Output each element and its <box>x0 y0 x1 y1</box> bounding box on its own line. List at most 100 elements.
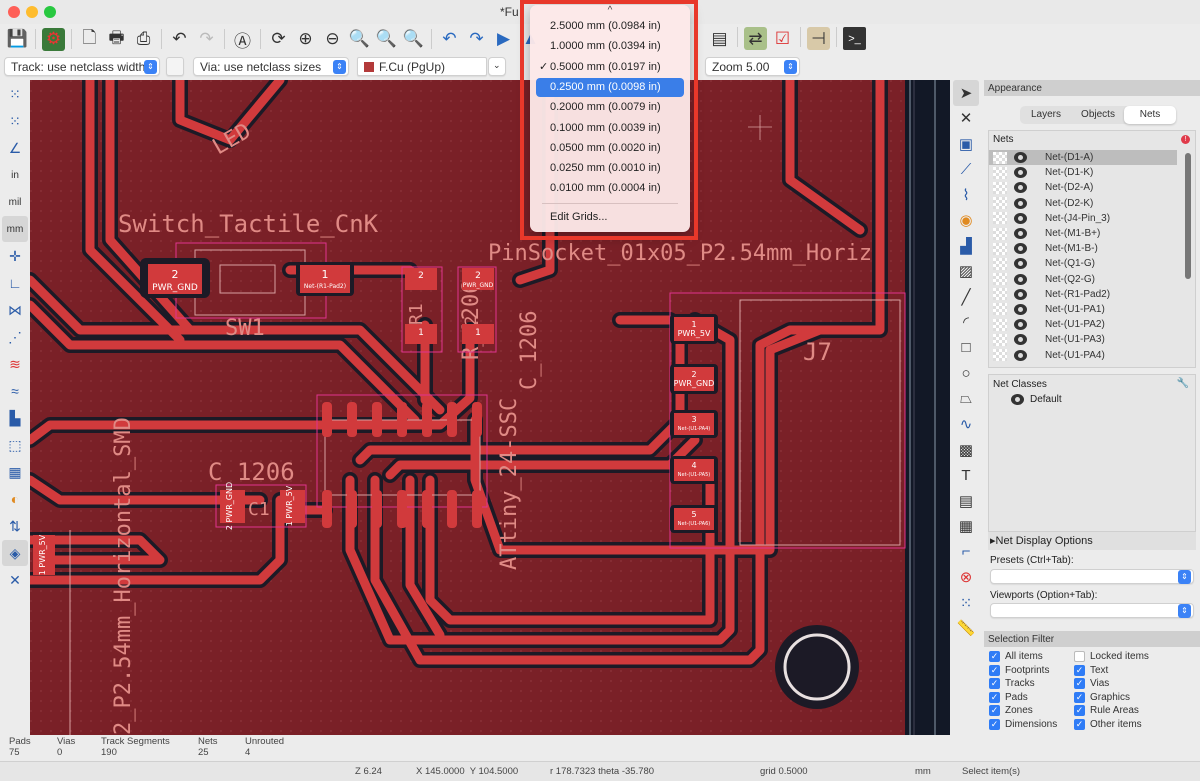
filter-zones[interactable]: ✓ Zones <box>989 705 1033 717</box>
flip-board-icon[interactable]: ⇅ <box>2 513 28 539</box>
checkbox[interactable]: ✓ <box>1074 705 1085 717</box>
filter-footprints[interactable]: ✓ Footprints <box>989 664 1049 676</box>
eye-icon[interactable] <box>1014 303 1027 315</box>
zoom-selection-icon[interactable]: 🔍 <box>402 28 425 51</box>
tune-length-icon[interactable]: ⌇ <box>953 182 979 208</box>
net-color-swatch[interactable] <box>993 349 1007 362</box>
redo-icon[interactable]: ↷ <box>195 28 218 51</box>
tab-layers[interactable]: Layers <box>1020 106 1072 124</box>
checkbox[interactable]: ✓ <box>989 664 1000 676</box>
net-color-swatch[interactable] <box>993 227 1007 240</box>
checkbox[interactable]: ✓ <box>1074 678 1085 690</box>
add-dimension-icon[interactable]: ⌐ <box>953 539 979 565</box>
draw-line-icon[interactable]: ╱ <box>953 284 979 310</box>
net-row[interactable]: Net-(M1-B-) <box>989 241 1177 256</box>
zoom-window-button[interactable] <box>44 6 56 18</box>
net-row[interactable]: Net-(U1-PA4) <box>989 347 1177 362</box>
zoom-fit-icon[interactable]: 🔍 <box>348 28 371 51</box>
drc-icon[interactable]: ☑ <box>771 27 794 50</box>
add-footprint-icon[interactable]: ▣ <box>953 131 979 157</box>
checkbox[interactable]: ✓ <box>989 705 1000 717</box>
filter-graphics[interactable]: ✓ Graphics <box>1074 691 1130 703</box>
eye-icon[interactable] <box>1011 394 1024 405</box>
add-text-icon[interactable]: T <box>953 463 979 489</box>
checkbox[interactable]: ✓ <box>1074 719 1085 730</box>
filter-dimensions[interactable]: ✓ Dimensions <box>989 719 1057 730</box>
checkbox[interactable]: ✓ <box>989 719 1000 730</box>
zone-fill-icon[interactable]: ▦ <box>2 459 28 485</box>
measure-icon[interactable]: 📏 <box>953 616 979 642</box>
pcb-canvas[interactable]: Switch_Tactile_CnK SW1 PinSocket_01x05_P… <box>30 80 950 735</box>
update-pcb-icon[interactable]: ⇄ <box>744 27 767 50</box>
info-icon[interactable]: ! <box>1181 135 1190 144</box>
mirror-h-icon[interactable]: ▶ <box>492 28 515 51</box>
eye-icon[interactable] <box>1014 197 1027 209</box>
net-row[interactable]: Net-(D1-A) <box>989 150 1177 166</box>
track-outline-icon[interactable]: ≈ <box>2 378 28 404</box>
net-row[interactable]: Net-(D1-K) <box>989 165 1177 180</box>
contrast-icon[interactable]: ◐ <box>2 486 28 512</box>
track-width-select[interactable]: Track: use netclass width ⇕ <box>4 57 160 76</box>
grid-overrides-icon[interactable]: ⁙ <box>2 108 28 134</box>
add-via-icon[interactable]: ◉ <box>953 208 979 234</box>
eye-icon[interactable] <box>1014 167 1027 179</box>
units-mil-button[interactable]: mil <box>2 189 28 215</box>
checkbox[interactable]: ✓ <box>989 678 1000 690</box>
via-outline-icon[interactable]: ⬚ <box>2 432 28 458</box>
draw-arc-icon[interactable]: ◜ <box>953 310 979 336</box>
filter-other-items[interactable]: ✓ Other items <box>1074 719 1142 730</box>
layer-select[interactable]: F.Cu (PgUp) <box>357 57 487 76</box>
eye-icon[interactable] <box>1014 228 1027 240</box>
units-mm-button[interactable]: mm <box>2 216 28 242</box>
net-color-swatch[interactable] <box>993 333 1007 346</box>
select-arrow-icon[interactable]: ➤ <box>953 80 979 106</box>
add-table-icon[interactable]: ▦ <box>953 514 979 540</box>
checkbox[interactable]: ✓ <box>1074 664 1085 676</box>
zoom-in-icon[interactable]: ⊕ <box>294 28 317 51</box>
pad-outline-icon[interactable]: ▙ <box>2 405 28 431</box>
net-row[interactable]: Net-(M1-B+) <box>989 226 1177 241</box>
net-row[interactable]: Net-(Q1-G) <box>989 256 1177 271</box>
net-row[interactable]: Net-(U1-PA1) <box>989 302 1177 317</box>
add-zone-icon[interactable]: ▟ <box>953 233 979 259</box>
presets-select[interactable]: ⇕ <box>990 569 1194 584</box>
add-textbox-icon[interactable]: ▤ <box>953 488 979 514</box>
net-display-options-toggle[interactable]: ▸Net Display Options <box>988 532 1196 550</box>
grid-origin-icon[interactable]: ⁙ <box>953 590 979 616</box>
net-row[interactable]: Net-(D2-K) <box>989 196 1177 211</box>
ratsnest-icon[interactable]: ⋈ <box>2 297 28 323</box>
layer-dropdown-button[interactable]: ⌄ <box>488 57 506 76</box>
tools-icon[interactable]: ✕ <box>2 567 28 593</box>
via-size-select[interactable]: Via: use netclass sizes ⇕ <box>193 57 349 76</box>
eye-icon[interactable] <box>1014 319 1027 331</box>
net-color-swatch[interactable] <box>993 151 1007 164</box>
filter-tracks[interactable]: ✓ Tracks <box>989 678 1035 689</box>
rotate-cw-icon[interactable]: ↷ <box>465 28 488 51</box>
net-color-swatch[interactable] <box>993 197 1007 210</box>
filter-rule-areas[interactable]: ✓ Rule Areas <box>1074 705 1139 717</box>
checkbox[interactable]: ✓ <box>989 691 1000 703</box>
units-inch-button[interactable]: in <box>2 162 28 188</box>
net-color-swatch[interactable] <box>993 166 1007 179</box>
route-track-icon[interactable]: ⟋ <box>953 157 979 183</box>
checkbox[interactable]: ✓ <box>1074 691 1085 703</box>
wrench-icon[interactable]: 🔧 <box>1177 378 1189 389</box>
page-settings-icon[interactable]: 🗋 <box>78 28 101 51</box>
rotate-ccw-icon[interactable]: ↶ <box>438 28 461 51</box>
save-icon[interactable]: 💾 <box>6 28 29 51</box>
find-icon[interactable]: Ⓐ <box>231 28 254 51</box>
zoom-objects-icon[interactable]: 🔍 <box>375 28 398 51</box>
minimize-window-button[interactable] <box>26 6 38 18</box>
viewports-select[interactable]: ⇕ <box>990 603 1194 618</box>
schematic-icon[interactable]: ⊣ <box>807 27 830 50</box>
zoom-select[interactable]: Zoom 5.00 ⇕ <box>705 57 800 76</box>
filter-locked-items[interactable]: Locked items <box>1074 651 1149 662</box>
net-row[interactable]: Net-(R1-Pad2) <box>989 287 1177 302</box>
draw-bezier-icon[interactable]: ∿ <box>953 412 979 438</box>
scripting-console-icon[interactable]: >_ <box>843 27 866 50</box>
eye-icon[interactable] <box>1014 273 1027 285</box>
net-row[interactable]: Net-(J4-Pin_3) <box>989 211 1177 226</box>
net-color-swatch[interactable] <box>993 257 1007 270</box>
local-ratsnest-icon[interactable]: ✕ <box>953 106 979 132</box>
eye-icon[interactable] <box>1014 349 1027 361</box>
